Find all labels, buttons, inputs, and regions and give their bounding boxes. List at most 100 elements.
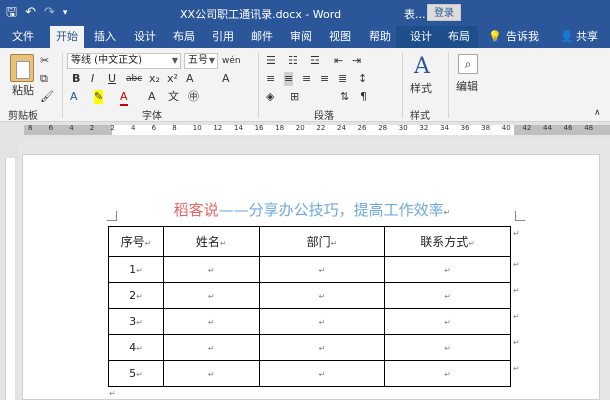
paste-icon[interactable] — [10, 54, 34, 82]
row-end-mark: ↵ — [513, 364, 520, 373]
collapse-ribbon-icon[interactable]: ∧ — [594, 106, 601, 120]
table-cell[interactable]: ↵ — [258, 334, 386, 361]
header-name: 姓名 — [195, 235, 220, 249]
group-separator — [448, 52, 449, 118]
search-icon[interactable]: ⌕ — [458, 54, 478, 74]
copy-icon[interactable]: ⧉ — [40, 72, 48, 86]
share-button[interactable]: 共享 — [576, 26, 598, 48]
format-painter-icon[interactable]: 🖌 — [40, 90, 54, 104]
table-cell[interactable]: 5↵ — [108, 360, 164, 387]
borders-icon[interactable]: ⊞ — [290, 90, 299, 104]
distributed-icon[interactable]: ≣ — [338, 72, 347, 86]
tab-mailings[interactable]: 邮件 — [251, 26, 273, 48]
table-cell[interactable]: ↵ — [162, 360, 260, 387]
table-header-cell[interactable]: 姓名↵ — [162, 226, 260, 257]
table-cell[interactable]: ↵ — [162, 256, 260, 283]
font-size-combo[interactable]: 五号 ▼ — [184, 53, 218, 69]
change-case-button[interactable]: A — [186, 72, 194, 86]
table-header-cell[interactable]: 联系方式↵ — [384, 226, 511, 257]
table-cell[interactable]: ↵ — [258, 308, 386, 335]
share-icon[interactable]: 👤 — [560, 26, 574, 48]
table-cell[interactable]: 1↵ — [108, 256, 164, 283]
increase-indent-icon[interactable]: ⇥ — [352, 54, 361, 68]
underline-button[interactable]: U — [108, 72, 116, 86]
table-cell[interactable]: ↵ — [384, 334, 511, 361]
tab-references[interactable]: 引用 — [212, 26, 234, 48]
cell-mark: ↵ — [207, 266, 215, 275]
tab-design[interactable]: 设计 — [134, 26, 156, 48]
bullets-icon[interactable]: ☰ — [266, 54, 276, 68]
table-header-cell[interactable]: 部门↵ — [258, 226, 386, 257]
shading-icon[interactable]: ◈ — [266, 90, 274, 104]
ruler-number: 24 — [337, 124, 346, 132]
strikethrough-button[interactable]: abc — [126, 72, 142, 86]
grow-font-icon[interactable]: wén — [222, 54, 241, 68]
table-cell[interactable]: ↵ — [162, 282, 260, 309]
table-cell[interactable]: 4↵ — [108, 334, 164, 361]
table-cell[interactable]: ↵ — [384, 360, 511, 387]
tell-me-search[interactable]: 告诉我 — [506, 26, 539, 48]
table-header-cell[interactable]: 序号↵ — [108, 226, 164, 257]
horizontal-ruler[interactable]: 8 6 4 2 2 4 6 8 10 12 14 16 18 20 22 24 26 28 30 32 34 36 38 40… — [0, 122, 610, 138]
subscript-button[interactable]: x₂ — [149, 72, 160, 86]
table-cell[interactable]: ↵ — [384, 282, 511, 309]
table-cell[interactable]: ↵ — [162, 308, 260, 335]
heading-tagline: ——分享办公技巧，提高工作效率 — [218, 201, 444, 219]
tab-view[interactable]: 视图 — [329, 26, 351, 48]
tell-me-icon[interactable]: 💡 — [488, 26, 502, 48]
cut-icon[interactable]: ✂ — [40, 54, 49, 68]
highlight-icon[interactable]: ✎ — [94, 90, 104, 104]
table-cell[interactable]: ↵ — [258, 256, 386, 283]
tab-help[interactable]: 帮助 — [369, 26, 391, 48]
superscript-button[interactable]: x² — [167, 72, 178, 86]
align-center-icon[interactable]: ≡ — [284, 72, 294, 86]
editing-button[interactable]: 编辑 — [456, 80, 478, 94]
char-shading-icon[interactable]: A — [148, 90, 156, 104]
show-marks-icon[interactable]: ¶ — [360, 90, 367, 104]
table-cell[interactable]: 2↵ — [108, 282, 164, 309]
justify-icon[interactable]: ≡ — [320, 72, 329, 86]
table-cell[interactable]: ↵ — [258, 360, 386, 387]
tab-layout[interactable]: 布局 — [173, 26, 195, 48]
tab-review[interactable]: 审阅 — [290, 26, 312, 48]
line-spacing-icon[interactable]: ↕ — [358, 72, 367, 86]
decrease-indent-icon[interactable]: ⇤ — [334, 54, 343, 68]
bold-button[interactable]: B — [72, 72, 80, 86]
table-cell[interactable]: ↵ — [258, 282, 386, 309]
tab-file[interactable]: 文件 — [12, 26, 34, 48]
contacts-table[interactable]: 序号↵ 姓名↵ 部门↵ 联系方式↵ 1↵ ↵ ↵ ↵ 2↵ ↵ ↵ ↵ 3↵ ↵ ↵ ↵ 4↵ ↵ ↵ ↵ 5↵… — [108, 226, 511, 387]
align-right-icon[interactable]: ≡ — [302, 72, 311, 86]
multilevel-list-icon[interactable]: ☲ — [310, 54, 320, 68]
align-left-icon[interactable]: ≡ — [266, 72, 275, 86]
save-icon[interactable]: 🖫 — [6, 4, 17, 22]
table-cell[interactable]: ↵ — [384, 308, 511, 335]
table-cell[interactable]: ↵ — [384, 256, 511, 283]
numbering-icon[interactable]: ☷ — [288, 54, 298, 68]
tab-table-design[interactable]: 设计 — [410, 26, 432, 48]
text-effects-icon[interactable]: A — [70, 90, 78, 104]
table-cell[interactable]: ↵ — [162, 334, 260, 361]
ruler-number: 22 — [316, 124, 326, 132]
table-cell[interactable]: 3↵ — [108, 308, 164, 335]
table-row: 3↵ ↵ ↵ ↵ — [108, 308, 511, 335]
document-page[interactable]: 稻客说——分享办公技巧，提高工作效率↵ 序号↵ 姓名↵ 部门↵ 联系方式↵ 1↵… — [22, 154, 600, 400]
phonetic-guide-icon[interactable]: 文 — [168, 90, 179, 104]
table-row: 5↵ ↵ ↵ ↵ — [108, 360, 511, 387]
styles-icon[interactable]: A — [414, 54, 430, 79]
enclose-char-icon[interactable]: ㊥ — [188, 90, 199, 104]
undo-icon[interactable]: ↶ — [25, 4, 36, 22]
styles-button[interactable]: 样式 — [410, 82, 432, 96]
font-name-combo[interactable]: 等线 (中文正文) ▼ — [67, 53, 181, 69]
paste-button[interactable]: 粘贴 — [10, 84, 36, 98]
login-button[interactable]: 登录 — [427, 4, 461, 21]
tab-insert[interactable]: 插入 — [94, 26, 116, 48]
vertical-ruler[interactable] — [0, 138, 18, 400]
tab-table-layout[interactable]: 布局 — [448, 26, 470, 48]
tab-home[interactable]: 开始 — [50, 26, 84, 48]
italic-button[interactable]: I — [91, 72, 94, 86]
font-color-icon[interactable]: A — [120, 90, 128, 106]
clear-format-icon[interactable]: A — [222, 72, 230, 86]
sort-icon[interactable]: ⇅ — [340, 90, 349, 104]
redo-icon[interactable]: ↷ — [44, 4, 55, 22]
customize-qat-icon[interactable]: ▾ — [63, 4, 68, 22]
